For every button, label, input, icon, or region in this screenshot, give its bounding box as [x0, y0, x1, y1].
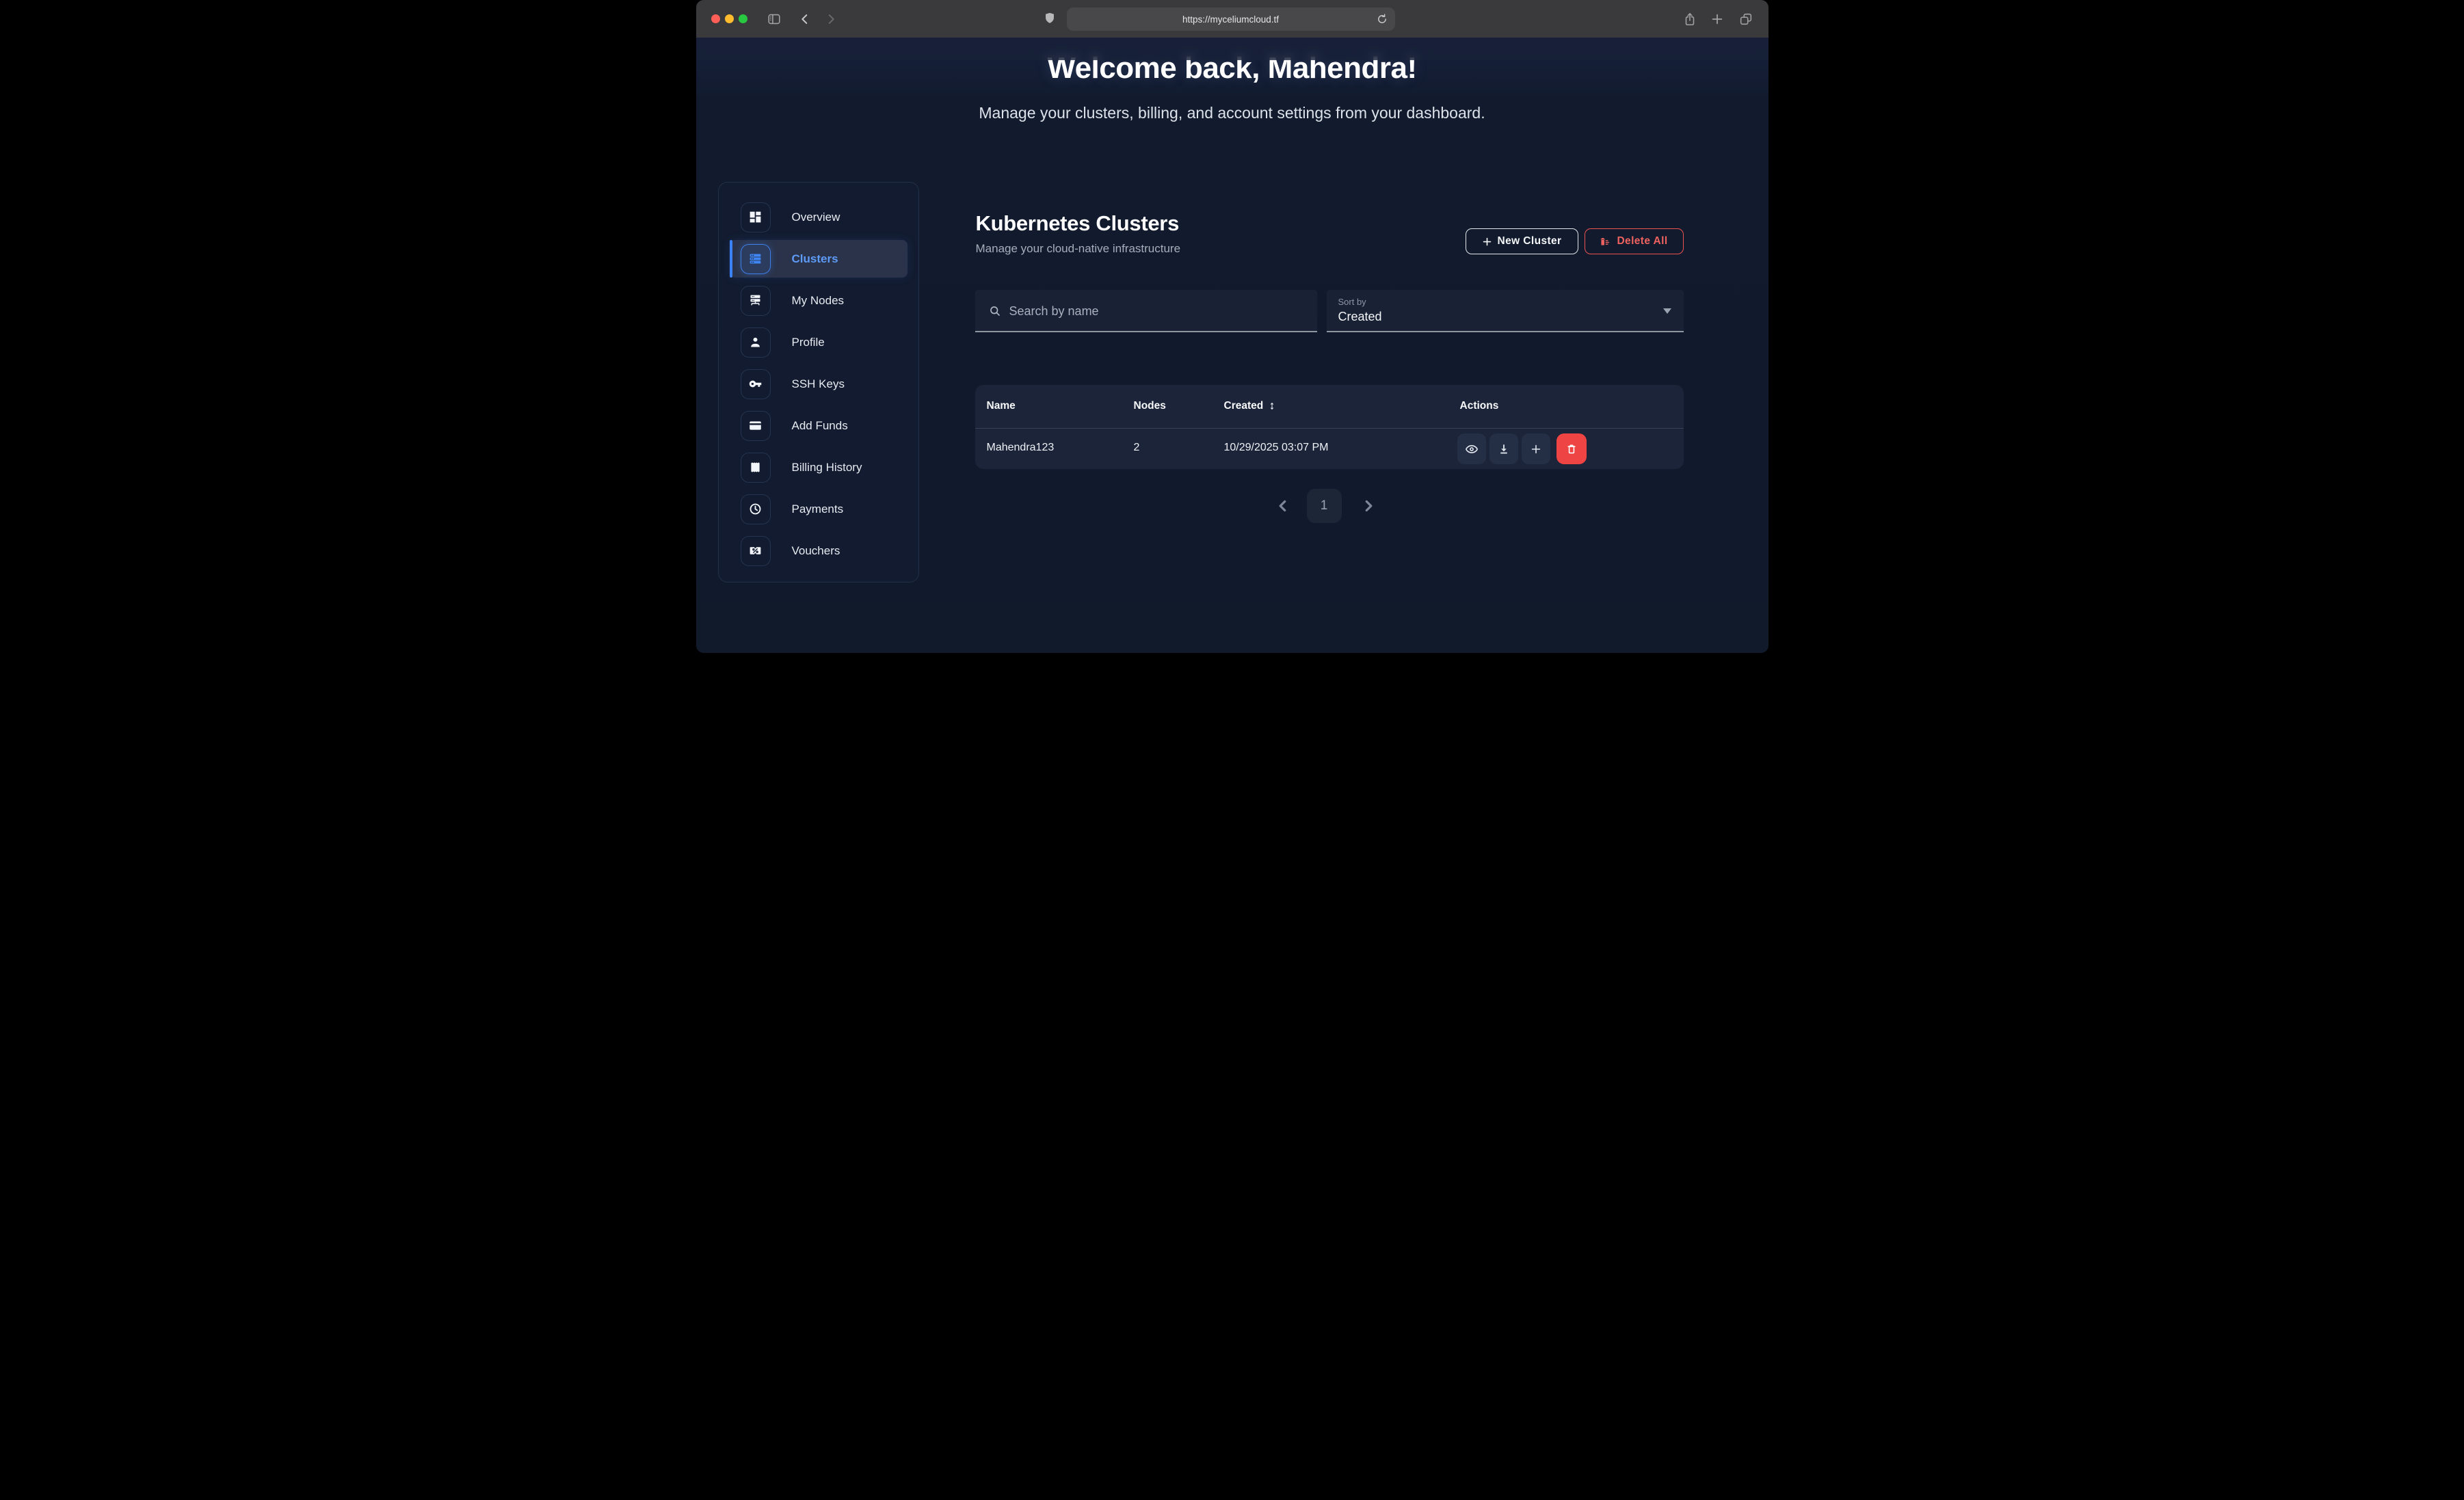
- plus-icon: [1529, 442, 1543, 456]
- tab-overview-icon[interactable]: [1738, 12, 1753, 27]
- previous-page-button[interactable]: [1274, 497, 1292, 515]
- column-header-nodes: Nodes: [1134, 400, 1166, 412]
- search-input[interactable]: [1008, 290, 1298, 332]
- key-icon: [741, 369, 771, 399]
- sort-value: Created: [1338, 310, 1382, 324]
- welcome-subtitle: Manage your clusters, billing, and accou…: [696, 104, 1768, 122]
- chevron-right-icon: [1360, 497, 1377, 515]
- column-header-created[interactable]: Created: [1224, 400, 1277, 412]
- cell-cluster-nodes: 2: [1134, 442, 1140, 454]
- page-number-button[interactable]: 1: [1307, 489, 1342, 523]
- page-subtitle: Manage your cloud-native infrastructure: [976, 242, 1181, 256]
- sidebar-item-profile[interactable]: Profile: [719, 321, 918, 363]
- nodes-icon: [741, 286, 771, 316]
- reload-icon[interactable]: [1375, 12, 1389, 26]
- address-bar[interactable]: https://myceliumcloud.tf: [1067, 8, 1395, 31]
- next-page-button[interactable]: [1360, 497, 1377, 515]
- table-header: Name Nodes Created Actions: [975, 385, 1684, 429]
- cell-cluster-created: 10/29/2025 03:07 PM: [1224, 442, 1329, 454]
- address-bar-url: https://myceliumcloud.tf: [1182, 14, 1279, 25]
- ticket-icon: [741, 536, 771, 566]
- delete-all-button[interactable]: Delete All: [1585, 228, 1684, 254]
- privacy-shield-icon[interactable]: [1042, 11, 1057, 26]
- trash-icon: [1565, 442, 1578, 456]
- cell-cluster-name: Mahendra123: [987, 442, 1055, 454]
- delete-cluster-button[interactable]: [1556, 433, 1587, 464]
- close-window-button[interactable]: [711, 14, 720, 23]
- pagination: 1: [696, 489, 1684, 523]
- dashboard-icon: [741, 202, 771, 232]
- search-field[interactable]: [975, 290, 1317, 332]
- search-icon: [988, 304, 1002, 318]
- sort-select[interactable]: Sort by Created: [1327, 290, 1684, 332]
- add-node-button[interactable]: [1522, 433, 1550, 464]
- sort-label: Sort by: [1338, 297, 1366, 307]
- sidebar-item-my-nodes[interactable]: My Nodes: [719, 280, 918, 321]
- download-kubeconfig-button[interactable]: [1489, 433, 1518, 464]
- sidebar-item-ssh-keys[interactable]: SSH Keys: [719, 363, 918, 405]
- row-actions: [1457, 433, 1587, 464]
- page-title: Kubernetes Clusters: [976, 211, 1180, 236]
- sidebar-item-vouchers[interactable]: Vouchers: [719, 530, 918, 572]
- new-cluster-button[interactable]: New Cluster: [1466, 228, 1578, 254]
- sidebar-item-clusters[interactable]: Clusters: [730, 240, 908, 278]
- clusters-table: Name Nodes Created Actions Mahendra123 2…: [975, 385, 1684, 469]
- sticky-header-blur: [696, 38, 1768, 60]
- zoom-window-button[interactable]: [739, 14, 747, 23]
- delete-sweep-icon: [1600, 236, 1611, 247]
- view-cluster-button[interactable]: [1457, 433, 1486, 464]
- column-header-name: Name: [987, 400, 1016, 412]
- new-tab-icon[interactable]: [1710, 12, 1725, 27]
- person-icon: [741, 327, 771, 358]
- sidebar-item-billing-history[interactable]: Billing History: [719, 446, 918, 488]
- sidebar-item-add-funds[interactable]: Add Funds: [719, 405, 918, 446]
- sort-updown-icon: [1267, 401, 1277, 412]
- page-content: Welcome back, Mahendra! Manage your clus…: [696, 38, 1768, 653]
- browser-window: https://myceliumcloud.tf Welcome ba: [696, 0, 1768, 653]
- minimize-window-button[interactable]: [725, 14, 734, 23]
- download-icon: [1497, 442, 1511, 456]
- back-button[interactable]: [797, 12, 812, 27]
- table-row: Mahendra123 2 10/29/2025 03:07 PM: [975, 429, 1684, 469]
- plus-icon: [1482, 237, 1492, 247]
- sidebar-item-overview[interactable]: Overview: [719, 196, 918, 238]
- clusters-icon: [741, 244, 771, 274]
- receipt-icon: [741, 453, 771, 483]
- column-header-actions: Actions: [1460, 400, 1499, 412]
- credit-card-icon: [741, 411, 771, 441]
- eye-icon: [1465, 442, 1479, 456]
- forward-button[interactable]: [823, 12, 838, 27]
- share-icon[interactable]: [1682, 12, 1697, 27]
- caret-down-icon: [1663, 308, 1671, 314]
- chevron-left-icon: [1274, 497, 1292, 515]
- browser-toolbar: https://myceliumcloud.tf: [696, 0, 1768, 38]
- sidebar-toggle-icon[interactable]: [767, 12, 782, 27]
